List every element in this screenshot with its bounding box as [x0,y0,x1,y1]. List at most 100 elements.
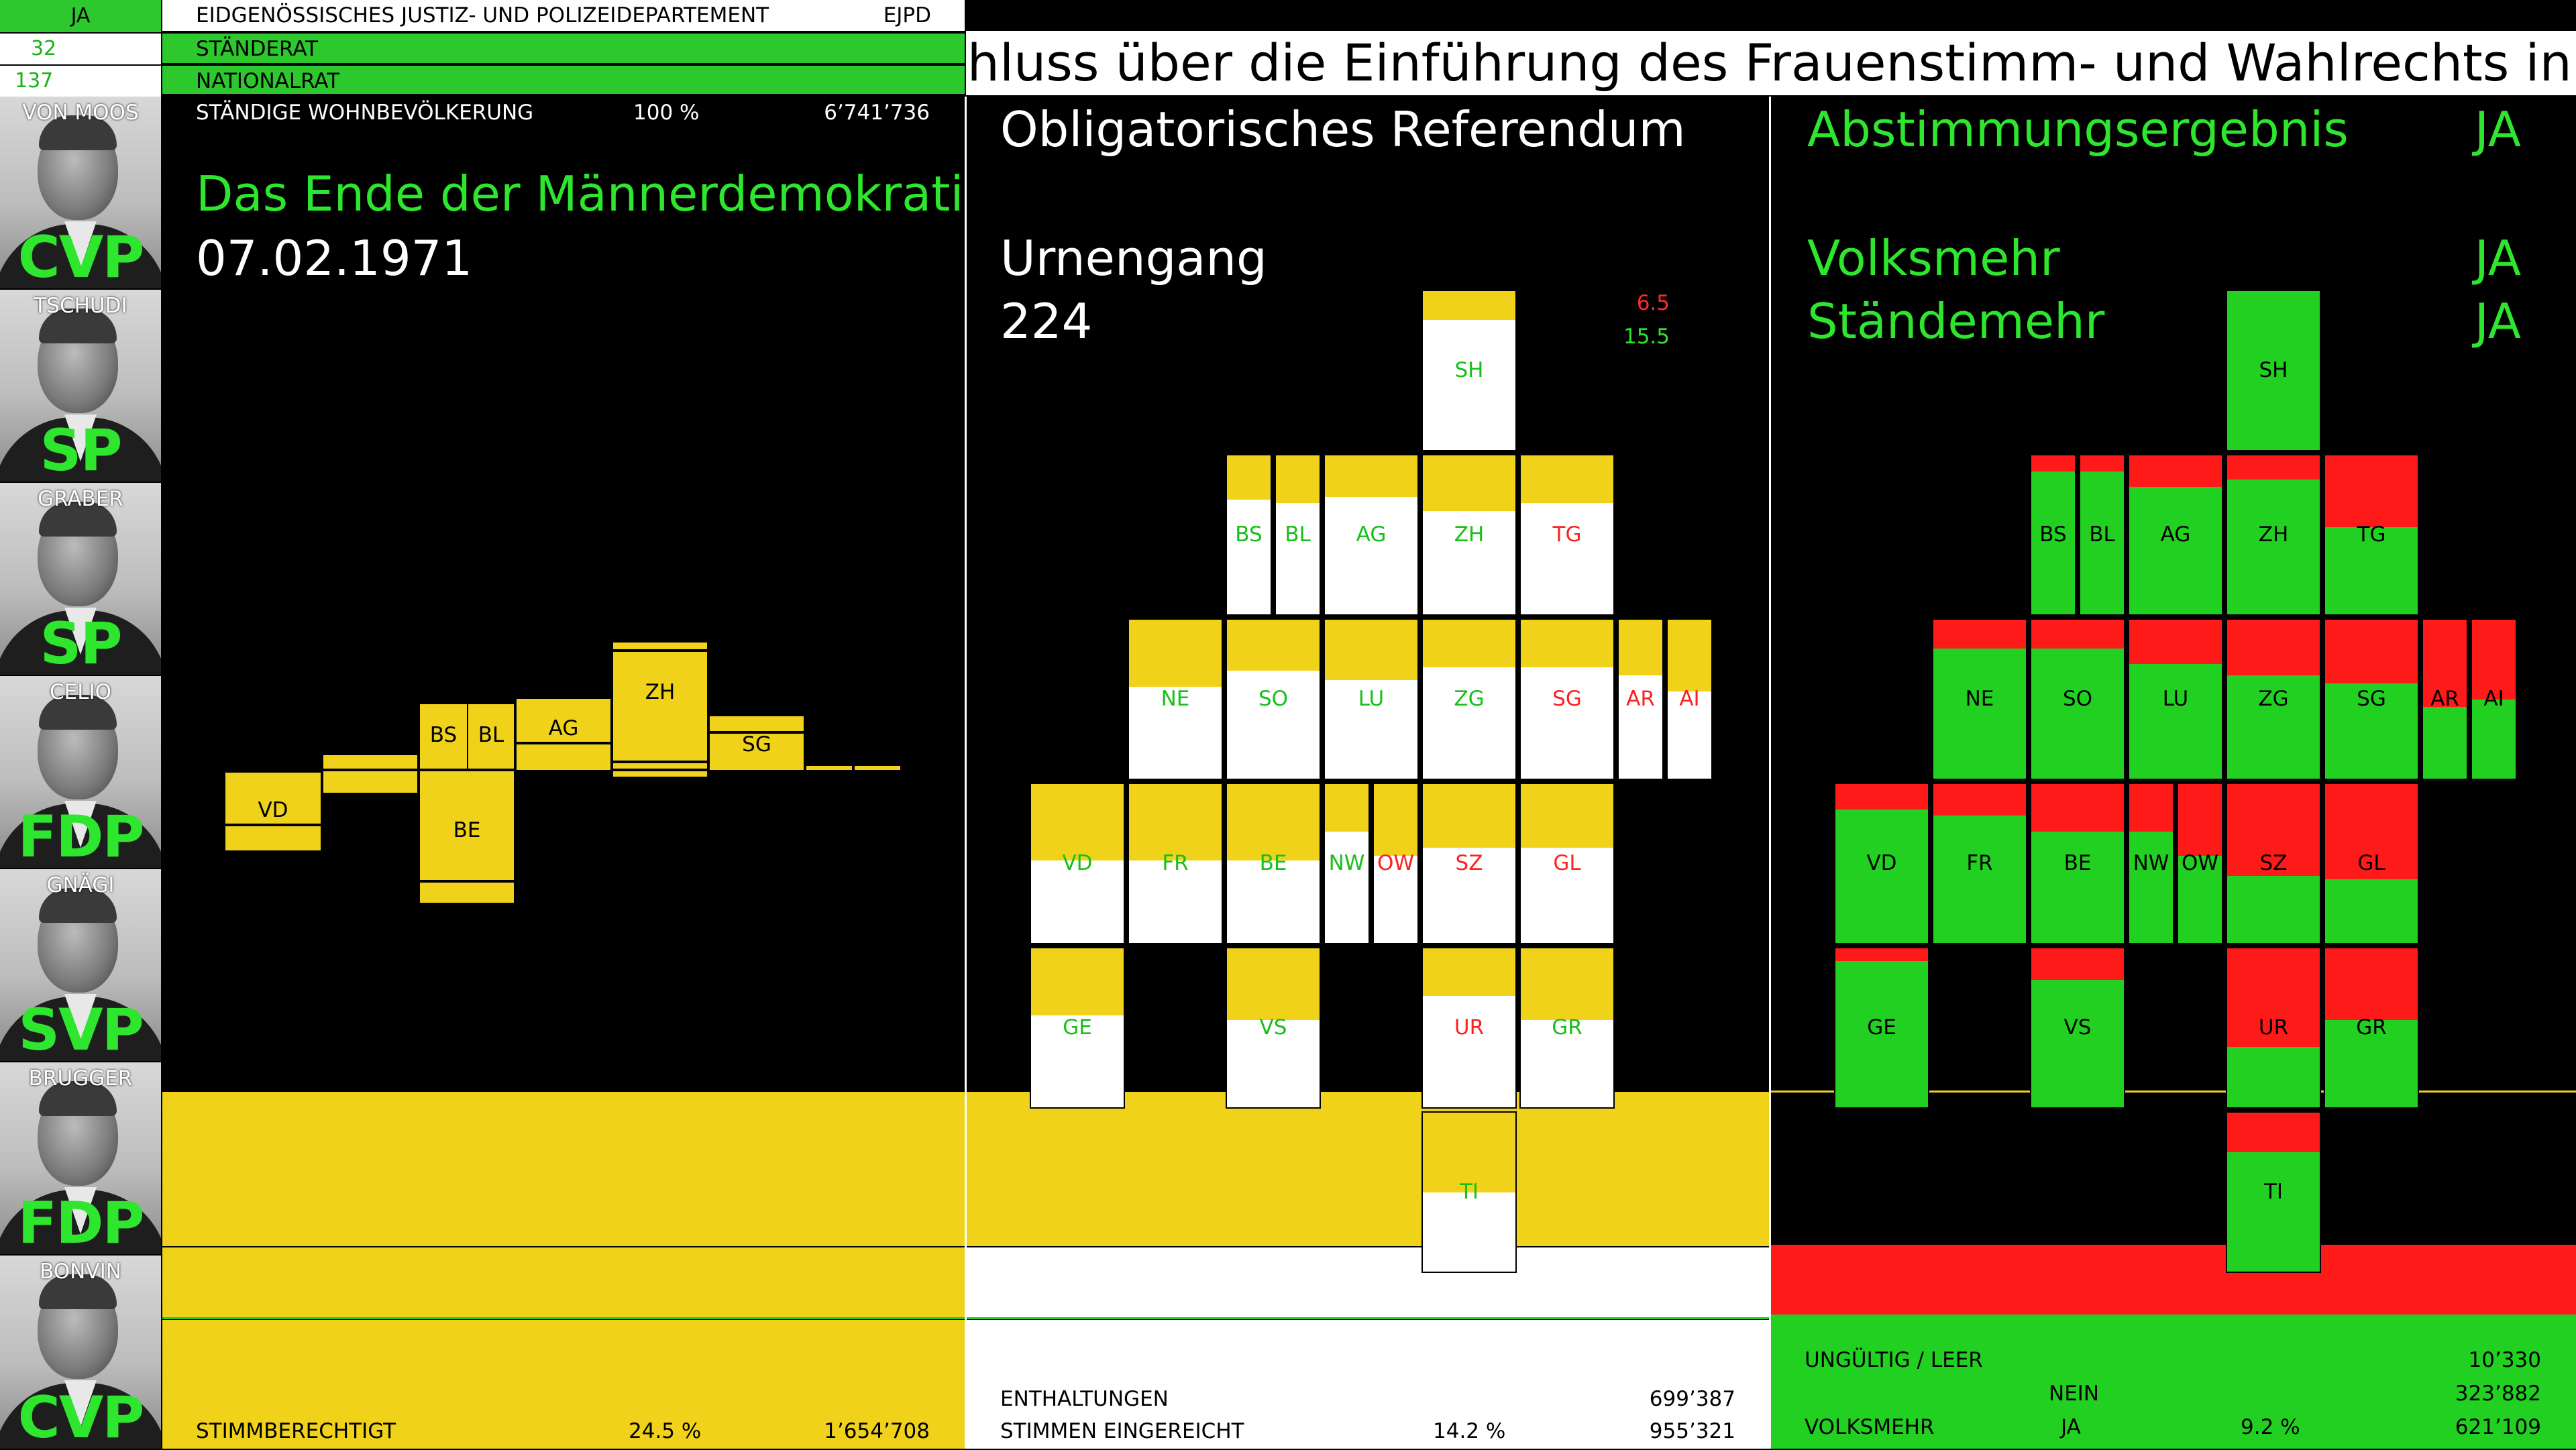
canton-sh[interactable]: SH [1421,290,1517,451]
canton-label: BS [1235,522,1263,547]
canton-zh[interactable]: ZH [2226,454,2321,616]
federal-council-column: JA 32 137 VON MOOS CVP TSCHUDI SP GRABER… [0,0,161,1450]
canton-be[interactable]: BE [2030,783,2125,944]
canton-bl[interactable]: BL [468,704,514,769]
party-label: SVP [18,997,144,1062]
canton-label: LU [2162,686,2189,711]
canton-be[interactable]: BE [420,771,514,903]
canton-sg[interactable]: SG [2324,618,2419,780]
submitted-value: 955’321 [1649,1419,1735,1443]
canton-ai[interactable] [855,766,900,770]
nein-bar [1933,784,2026,816]
result-title: Abstimmungsergebnis [1807,101,2349,158]
turnout-bar [1227,455,1271,500]
canton-be[interactable]: BE [1226,783,1321,944]
canton-gl[interactable]: GL [2324,783,2419,944]
canton-fr[interactable]: FR [1932,783,2027,944]
canton-gl[interactable]: GL [1519,783,1615,944]
canton-zh[interactable]: ZH [1421,454,1517,616]
councillor-name: BONVIN [40,1260,121,1284]
canton-label: BS [429,723,458,747]
canton-label: GL [1553,850,1581,875]
canton-ai[interactable]: AI [1666,618,1713,780]
canton-zg[interactable]: ZG [2226,618,2321,780]
portrait-brugger[interactable]: BRUGGER FDP [0,1062,161,1256]
turnout-bar [1129,784,1222,860]
portrait-gnaegi[interactable]: GNÄGI SVP [0,869,161,1062]
canton-sg[interactable]: SG [710,716,804,770]
canton-tg[interactable]: TG [1519,454,1615,616]
turnout-bar [1668,620,1711,691]
canton-nw[interactable]: NW [1324,783,1370,944]
canton-label: AG [548,716,579,740]
canton-ai[interactable]: AI [2471,618,2517,780]
canton-vd[interactable]: VD [1030,783,1125,944]
canton-bl[interactable]: BL [2079,454,2125,616]
councillor-name: GNÄGI [46,873,115,897]
canton-bs[interactable]: BS [1226,454,1272,616]
canton-gr[interactable]: GR [2324,947,2419,1109]
canton-label: TI [2263,1179,2284,1204]
portrait-graber[interactable]: GRABER SP [0,483,161,676]
canton-label: AG [2160,522,2191,547]
turnout-bar [1423,291,1515,320]
canton-so[interactable]: SO [2030,618,2125,780]
portrait-tschudi[interactable]: TSCHUDI SP [0,290,161,483]
canton-ow[interactable]: OW [1373,783,1419,944]
canton-ne[interactable]: NE [1932,618,2027,780]
canton-ge[interactable]: GE [1030,947,1125,1109]
canton-zh[interactable]: ZH [613,643,707,777]
canton-label: SZ [2259,850,2288,875]
canton-label: BE [453,818,481,842]
canton-label: ZG [1454,686,1485,711]
ja-band: UNGÜLTIG / LEER 10’330 NEIN 323’882 VOLK… [1771,1315,2576,1449]
canton-ag[interactable]: AG [517,699,610,770]
canton-fr[interactable] [323,755,417,793]
canton-vd[interactable]: VD [1834,783,1929,944]
canton-zg[interactable]: ZG [1421,618,1517,780]
canton-sz[interactable]: SZ [2226,783,2321,944]
canton-bl[interactable]: BL [1275,454,1321,616]
canton-label: BS [2039,522,2067,547]
canton-ur[interactable]: UR [2226,947,2321,1109]
canton-ge[interactable]: GE [1834,947,1929,1109]
canton-gr[interactable]: GR [1519,947,1615,1109]
canton-ur[interactable]: UR [1421,947,1517,1109]
canton-vs[interactable]: VS [1226,947,1321,1109]
canton-label: FR [1966,850,1993,875]
canton-label: UR [2258,1015,2289,1040]
canton-ow[interactable]: OW [2177,783,2223,944]
canton-sz[interactable]: SZ [1421,783,1517,944]
canton-ti[interactable]: TI [1421,1111,1517,1273]
nein-bar [1835,948,1928,961]
canton-ti[interactable]: TI [2226,1111,2321,1273]
canton-vs[interactable]: VS [2030,947,2125,1109]
canton-lu[interactable]: LU [1324,618,1419,780]
canton-ar[interactable] [806,766,852,770]
canton-bs[interactable]: BS [420,704,467,769]
canton-vd[interactable]: VD [225,773,321,853]
canton-bs[interactable]: BS [2030,454,2076,616]
volksmehr-label: VOLKSMEHR [1805,1415,1935,1439]
eligible-band-2 [162,1247,965,1319]
canton-ag[interactable]: AG [1324,454,1419,616]
nein-band [1771,1245,2576,1315]
canton-tg[interactable]: TG [2324,454,2419,616]
canton-label: NE [1161,686,1190,711]
canton-label: AR [1626,686,1655,711]
portrait-celio[interactable]: CELIO FDP [0,676,161,869]
canton-so[interactable]: SO [1226,618,1321,780]
canton-ag[interactable]: AG [2128,454,2223,616]
canton-ne[interactable]: NE [1128,618,1223,780]
canton-sg[interactable]: SG [1519,618,1615,780]
portrait-bonvin[interactable]: BONVIN CVP [0,1256,161,1450]
canton-label: VS [2063,1015,2092,1040]
canton-lu[interactable]: LU [2128,618,2223,780]
canton-nw[interactable]: NW [2128,783,2174,944]
canton-sh[interactable]: SH [2226,290,2321,451]
canton-ar[interactable]: AR [1617,618,1664,780]
nein-bar [2031,455,2075,471]
canton-fr[interactable]: FR [1128,783,1223,944]
portrait-von-moos[interactable]: VON MOOS CVP [0,97,161,290]
canton-ar[interactable]: AR [2422,618,2468,780]
